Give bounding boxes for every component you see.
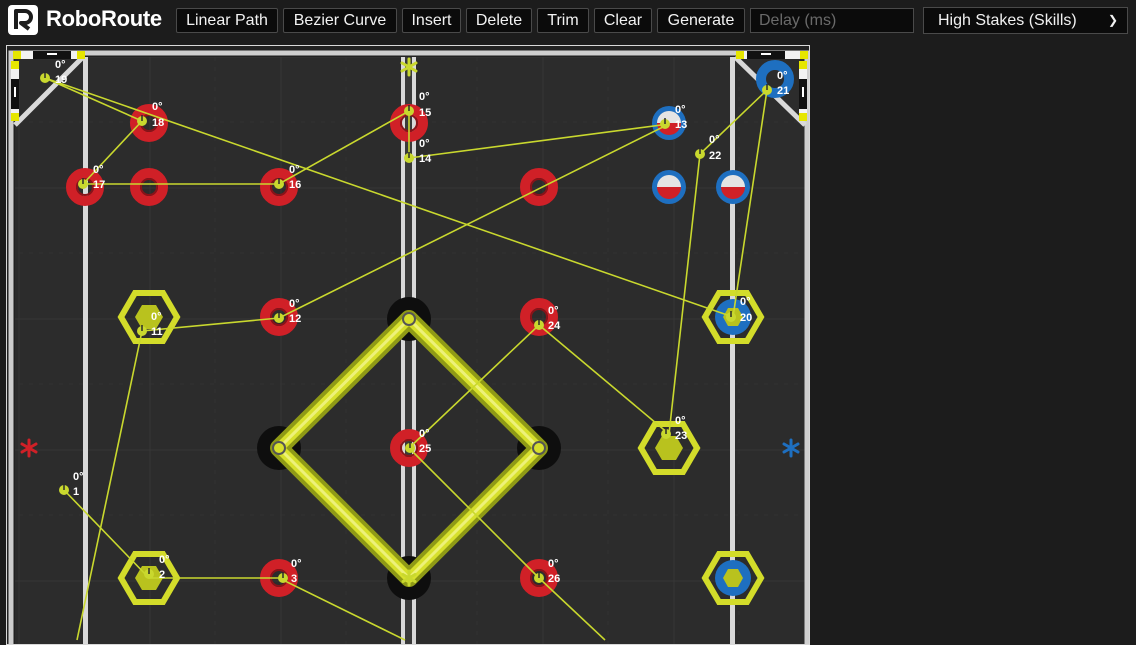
waypoint-label: 3 — [291, 573, 297, 585]
waypoint-heading: 0° — [709, 134, 720, 146]
waypoint-heading: 0° — [740, 296, 751, 308]
waypoint-label: 11 — [151, 326, 163, 338]
roborouter-logo-icon — [8, 5, 38, 35]
waypoint-heading: 0° — [548, 558, 559, 570]
waypoint-label: 20 — [740, 312, 752, 324]
waypoint-heading: 0° — [548, 305, 559, 317]
waypoint-heading: 0° — [777, 70, 788, 82]
waypoint-label: 12 — [289, 313, 301, 325]
waypoint-heading: 0° — [159, 554, 170, 566]
waypoint-heading: 0° — [289, 298, 300, 310]
waypoint-label: 15 — [419, 107, 431, 119]
waypoint-heading: 0° — [152, 101, 163, 113]
waypoint-heading: 0° — [419, 428, 430, 440]
waypoint-heading: 0° — [73, 471, 84, 483]
waypoint-label: 13 — [675, 119, 687, 131]
app-title: RoboRoute — [46, 6, 162, 31]
waypoint-label: 19 — [55, 74, 67, 86]
waypoint-label: 25 — [419, 443, 431, 455]
waypoint-label: 18 — [152, 117, 164, 129]
left-line — [83, 57, 88, 644]
field-select-value: High Stakes (Skills) — [938, 12, 1077, 29]
waypoint-heading: 0° — [291, 558, 302, 570]
delay-input[interactable] — [750, 8, 914, 33]
waypoint-heading: 0° — [675, 104, 686, 116]
field-svg[interactable]: 0° 1 0° 2 0° 3 0° 11 0° 12 0° 13 0° 14 0… — [7, 46, 810, 645]
waypoint-label: 26 — [548, 573, 560, 585]
waypoint-heading: 0° — [93, 164, 104, 176]
waypoint-label: 16 — [289, 179, 301, 191]
waypoint-label: 2 — [159, 569, 165, 581]
field-select[interactable]: High Stakes (Skills) ❯ — [923, 7, 1128, 34]
clear-button[interactable]: Clear — [594, 8, 652, 33]
waypoint-label: 22 — [709, 150, 721, 162]
bezier-curve-button[interactable]: Bezier Curve — [283, 8, 397, 33]
waypoint-label: 17 — [93, 179, 105, 191]
linear-path-button[interactable]: Linear Path — [176, 8, 278, 33]
waypoint-label: 21 — [777, 85, 789, 97]
waypoint-heading: 0° — [419, 91, 430, 103]
waypoint-label: 23 — [675, 430, 687, 442]
waypoint-label: 1 — [73, 486, 79, 498]
field-canvas[interactable]: 0° 1 0° 2 0° 3 0° 11 0° 12 0° 13 0° 14 0… — [6, 45, 810, 645]
waypoint-heading: 0° — [289, 164, 300, 176]
waypoint-label: 24 — [548, 320, 561, 332]
waypoint-heading: 0° — [55, 59, 66, 71]
trim-button[interactable]: Trim — [537, 8, 589, 33]
delete-button[interactable]: Delete — [466, 8, 532, 33]
waypoint-label: 14 — [419, 153, 432, 165]
insert-button[interactable]: Insert — [402, 8, 461, 33]
waypoint-heading: 0° — [151, 311, 162, 323]
chevron-down-icon: ❯ — [1107, 13, 1118, 27]
waypoint-heading: 0° — [419, 138, 430, 150]
generate-button[interactable]: Generate — [657, 8, 745, 33]
toolbar: RoboRoute Linear Path Bezier Curve Inser… — [0, 0, 1136, 42]
waypoint-heading: 0° — [675, 415, 686, 427]
